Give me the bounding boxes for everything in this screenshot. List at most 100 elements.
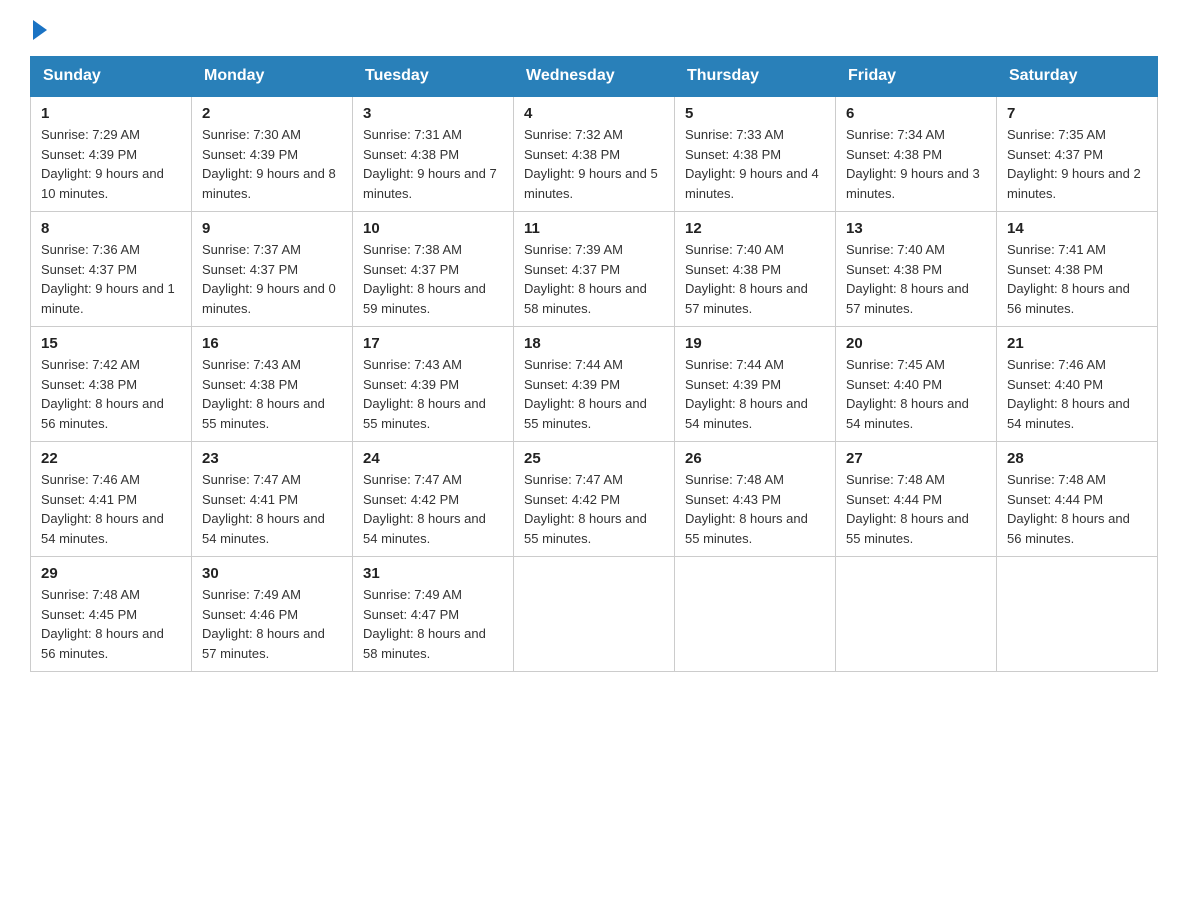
day-cell: 31 Sunrise: 7:49 AM Sunset: 4:47 PM Dayl…: [353, 557, 514, 672]
day-number: 7: [1007, 105, 1147, 122]
day-info: Sunrise: 7:49 AM Sunset: 4:46 PM Dayligh…: [202, 585, 342, 663]
column-header-saturday: Saturday: [997, 57, 1158, 97]
day-number: 27: [846, 450, 986, 467]
day-info: Sunrise: 7:41 AM Sunset: 4:38 PM Dayligh…: [1007, 240, 1147, 318]
day-info: Sunrise: 7:47 AM Sunset: 4:42 PM Dayligh…: [524, 470, 664, 548]
day-number: 13: [846, 220, 986, 237]
column-header-wednesday: Wednesday: [514, 57, 675, 97]
day-number: 28: [1007, 450, 1147, 467]
column-header-monday: Monday: [192, 57, 353, 97]
day-info: Sunrise: 7:40 AM Sunset: 4:38 PM Dayligh…: [846, 240, 986, 318]
day-info: Sunrise: 7:31 AM Sunset: 4:38 PM Dayligh…: [363, 125, 503, 203]
header: [30, 20, 1158, 38]
column-header-thursday: Thursday: [675, 57, 836, 97]
week-row-3: 15 Sunrise: 7:42 AM Sunset: 4:38 PM Dayl…: [31, 327, 1158, 442]
week-row-1: 1 Sunrise: 7:29 AM Sunset: 4:39 PM Dayli…: [31, 96, 1158, 212]
header-row: SundayMondayTuesdayWednesdayThursdayFrid…: [31, 57, 1158, 97]
day-cell: 13 Sunrise: 7:40 AM Sunset: 4:38 PM Dayl…: [836, 212, 997, 327]
day-info: Sunrise: 7:39 AM Sunset: 4:37 PM Dayligh…: [524, 240, 664, 318]
day-info: Sunrise: 7:46 AM Sunset: 4:40 PM Dayligh…: [1007, 355, 1147, 433]
column-header-tuesday: Tuesday: [353, 57, 514, 97]
day-cell: [675, 557, 836, 672]
column-header-friday: Friday: [836, 57, 997, 97]
day-info: Sunrise: 7:48 AM Sunset: 4:44 PM Dayligh…: [1007, 470, 1147, 548]
day-info: Sunrise: 7:32 AM Sunset: 4:38 PM Dayligh…: [524, 125, 664, 203]
week-row-2: 8 Sunrise: 7:36 AM Sunset: 4:37 PM Dayli…: [31, 212, 1158, 327]
logo: [30, 20, 47, 38]
day-cell: 4 Sunrise: 7:32 AM Sunset: 4:38 PM Dayli…: [514, 96, 675, 212]
day-cell: 26 Sunrise: 7:48 AM Sunset: 4:43 PM Dayl…: [675, 442, 836, 557]
day-info: Sunrise: 7:47 AM Sunset: 4:42 PM Dayligh…: [363, 470, 503, 548]
day-cell: 1 Sunrise: 7:29 AM Sunset: 4:39 PM Dayli…: [31, 96, 192, 212]
day-info: Sunrise: 7:48 AM Sunset: 4:44 PM Dayligh…: [846, 470, 986, 548]
day-number: 30: [202, 565, 342, 582]
calendar-table: SundayMondayTuesdayWednesdayThursdayFrid…: [30, 56, 1158, 672]
day-info: Sunrise: 7:30 AM Sunset: 4:39 PM Dayligh…: [202, 125, 342, 203]
week-row-5: 29 Sunrise: 7:48 AM Sunset: 4:45 PM Dayl…: [31, 557, 1158, 672]
day-cell: 15 Sunrise: 7:42 AM Sunset: 4:38 PM Dayl…: [31, 327, 192, 442]
day-cell: [514, 557, 675, 672]
day-number: 21: [1007, 335, 1147, 352]
day-number: 25: [524, 450, 664, 467]
day-number: 8: [41, 220, 181, 237]
day-info: Sunrise: 7:34 AM Sunset: 4:38 PM Dayligh…: [846, 125, 986, 203]
column-header-sunday: Sunday: [31, 57, 192, 97]
day-info: Sunrise: 7:44 AM Sunset: 4:39 PM Dayligh…: [685, 355, 825, 433]
day-info: Sunrise: 7:42 AM Sunset: 4:38 PM Dayligh…: [41, 355, 181, 433]
day-cell: 3 Sunrise: 7:31 AM Sunset: 4:38 PM Dayli…: [353, 96, 514, 212]
day-cell: 16 Sunrise: 7:43 AM Sunset: 4:38 PM Dayl…: [192, 327, 353, 442]
day-info: Sunrise: 7:48 AM Sunset: 4:45 PM Dayligh…: [41, 585, 181, 663]
day-info: Sunrise: 7:37 AM Sunset: 4:37 PM Dayligh…: [202, 240, 342, 318]
day-number: 16: [202, 335, 342, 352]
day-info: Sunrise: 7:36 AM Sunset: 4:37 PM Dayligh…: [41, 240, 181, 318]
day-info: Sunrise: 7:29 AM Sunset: 4:39 PM Dayligh…: [41, 125, 181, 203]
day-cell: 17 Sunrise: 7:43 AM Sunset: 4:39 PM Dayl…: [353, 327, 514, 442]
day-cell: 8 Sunrise: 7:36 AM Sunset: 4:37 PM Dayli…: [31, 212, 192, 327]
day-cell: 30 Sunrise: 7:49 AM Sunset: 4:46 PM Dayl…: [192, 557, 353, 672]
day-number: 4: [524, 105, 664, 122]
day-cell: [836, 557, 997, 672]
day-number: 18: [524, 335, 664, 352]
day-info: Sunrise: 7:49 AM Sunset: 4:47 PM Dayligh…: [363, 585, 503, 663]
day-number: 3: [363, 105, 503, 122]
day-info: Sunrise: 7:40 AM Sunset: 4:38 PM Dayligh…: [685, 240, 825, 318]
day-info: Sunrise: 7:43 AM Sunset: 4:38 PM Dayligh…: [202, 355, 342, 433]
day-cell: 23 Sunrise: 7:47 AM Sunset: 4:41 PM Dayl…: [192, 442, 353, 557]
day-number: 31: [363, 565, 503, 582]
day-cell: 27 Sunrise: 7:48 AM Sunset: 4:44 PM Dayl…: [836, 442, 997, 557]
week-row-4: 22 Sunrise: 7:46 AM Sunset: 4:41 PM Dayl…: [31, 442, 1158, 557]
day-number: 5: [685, 105, 825, 122]
day-number: 14: [1007, 220, 1147, 237]
day-number: 11: [524, 220, 664, 237]
day-number: 6: [846, 105, 986, 122]
day-cell: 10 Sunrise: 7:38 AM Sunset: 4:37 PM Dayl…: [353, 212, 514, 327]
day-number: 10: [363, 220, 503, 237]
day-cell: 6 Sunrise: 7:34 AM Sunset: 4:38 PM Dayli…: [836, 96, 997, 212]
day-info: Sunrise: 7:44 AM Sunset: 4:39 PM Dayligh…: [524, 355, 664, 433]
day-number: 2: [202, 105, 342, 122]
day-number: 17: [363, 335, 503, 352]
day-number: 22: [41, 450, 181, 467]
day-info: Sunrise: 7:45 AM Sunset: 4:40 PM Dayligh…: [846, 355, 986, 433]
day-info: Sunrise: 7:43 AM Sunset: 4:39 PM Dayligh…: [363, 355, 503, 433]
day-cell: 7 Sunrise: 7:35 AM Sunset: 4:37 PM Dayli…: [997, 96, 1158, 212]
day-number: 15: [41, 335, 181, 352]
day-cell: 19 Sunrise: 7:44 AM Sunset: 4:39 PM Dayl…: [675, 327, 836, 442]
day-cell: 14 Sunrise: 7:41 AM Sunset: 4:38 PM Dayl…: [997, 212, 1158, 327]
day-cell: 25 Sunrise: 7:47 AM Sunset: 4:42 PM Dayl…: [514, 442, 675, 557]
day-number: 23: [202, 450, 342, 467]
day-cell: 2 Sunrise: 7:30 AM Sunset: 4:39 PM Dayli…: [192, 96, 353, 212]
day-number: 26: [685, 450, 825, 467]
day-cell: 20 Sunrise: 7:45 AM Sunset: 4:40 PM Dayl…: [836, 327, 997, 442]
logo-triangle-icon: [33, 20, 47, 40]
day-cell: 18 Sunrise: 7:44 AM Sunset: 4:39 PM Dayl…: [514, 327, 675, 442]
day-cell: 29 Sunrise: 7:48 AM Sunset: 4:45 PM Dayl…: [31, 557, 192, 672]
day-info: Sunrise: 7:33 AM Sunset: 4:38 PM Dayligh…: [685, 125, 825, 203]
day-cell: 12 Sunrise: 7:40 AM Sunset: 4:38 PM Dayl…: [675, 212, 836, 327]
day-number: 24: [363, 450, 503, 467]
day-info: Sunrise: 7:47 AM Sunset: 4:41 PM Dayligh…: [202, 470, 342, 548]
day-number: 12: [685, 220, 825, 237]
day-cell: 24 Sunrise: 7:47 AM Sunset: 4:42 PM Dayl…: [353, 442, 514, 557]
day-cell: 21 Sunrise: 7:46 AM Sunset: 4:40 PM Dayl…: [997, 327, 1158, 442]
day-info: Sunrise: 7:48 AM Sunset: 4:43 PM Dayligh…: [685, 470, 825, 548]
